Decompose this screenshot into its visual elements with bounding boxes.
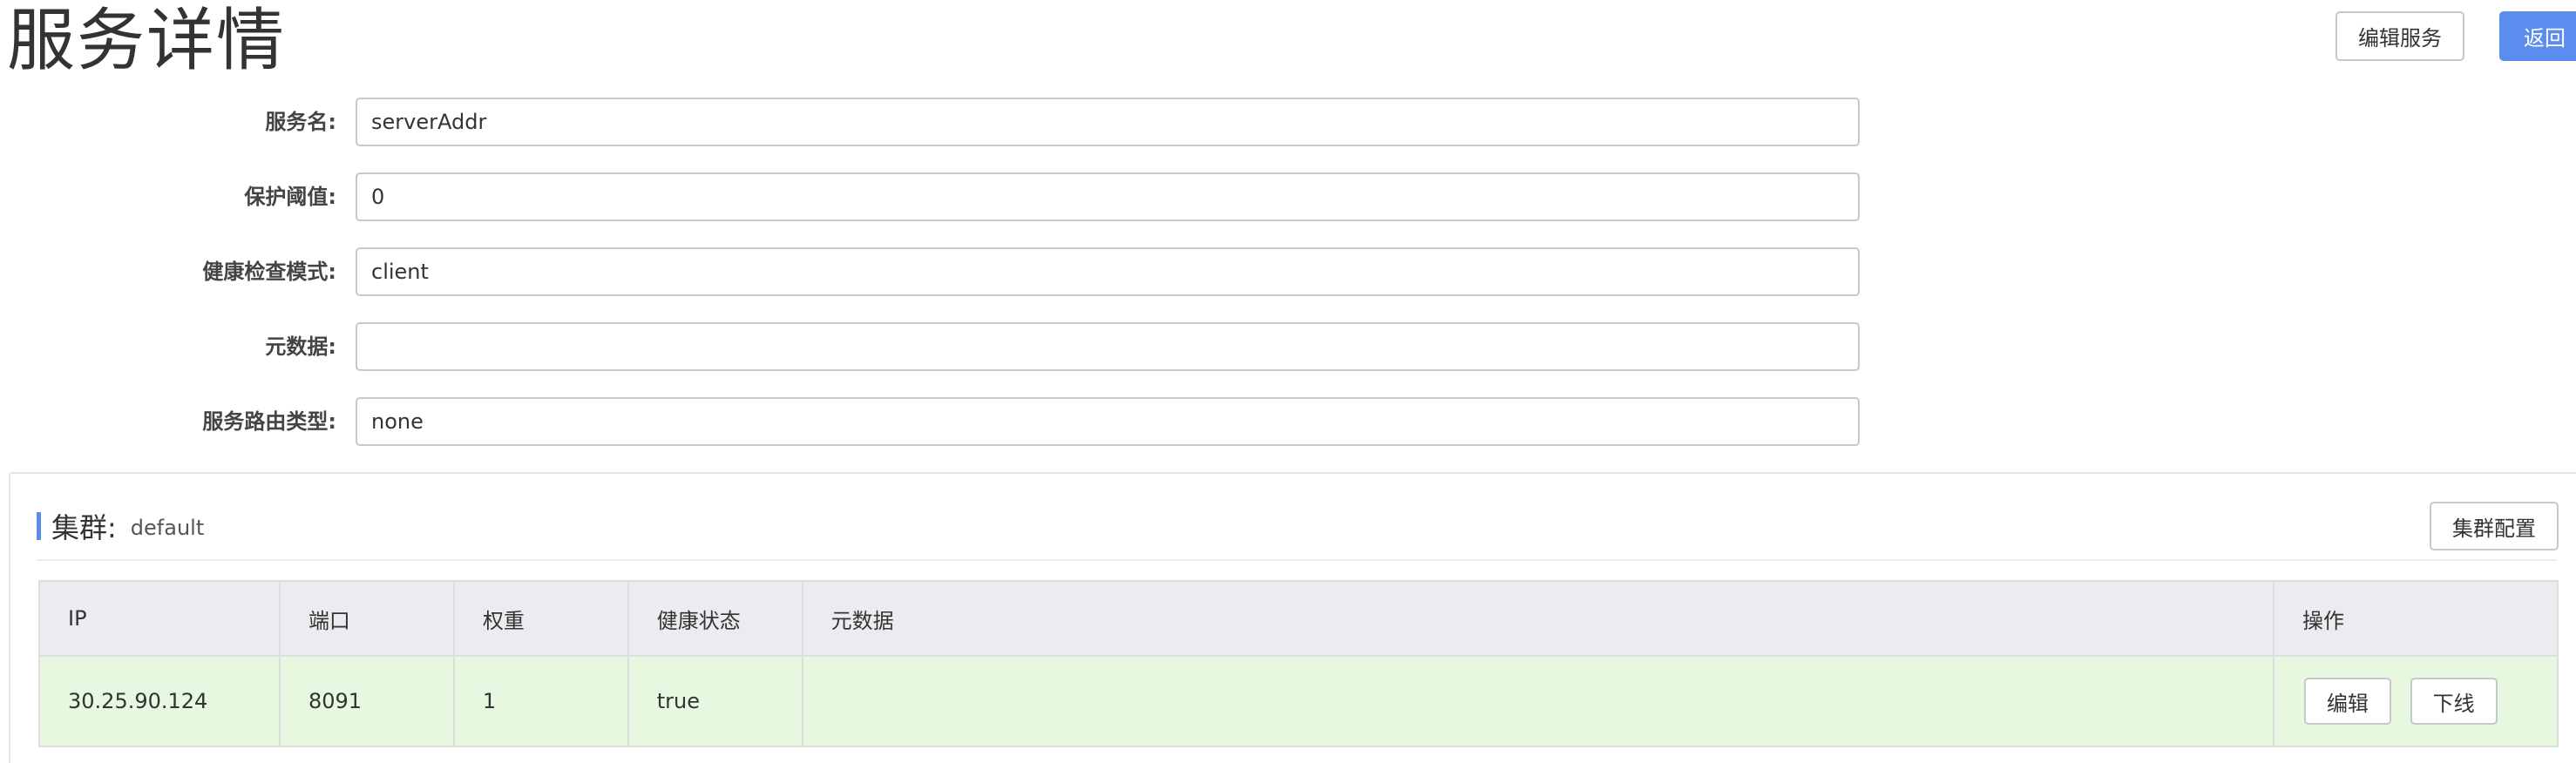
cluster-panel: 集群: default 集群配置 IP 端口 权重 健康状态 元数据 操作 30… <box>9 472 2576 763</box>
cell-weight: 1 <box>452 655 629 747</box>
route-type-label: 服务路由类型: <box>202 409 336 434</box>
service-detail-page: 服务详情 编辑服务 返回 服务名: 保护阈值: 健康检查模式: 元数据: 服务路… <box>0 0 2576 763</box>
column-header-weight: 权重 <box>452 580 629 657</box>
health-check-mode-label: 健康检查模式: <box>202 260 336 284</box>
column-header-metadata: 元数据 <box>801 580 2275 657</box>
form-row-protect-threshold: 保护阈值: <box>0 171 1917 223</box>
cell-ip: 30.25.90.124 <box>38 655 281 747</box>
cluster-accent-bar <box>37 512 41 540</box>
column-header-port: 端口 <box>278 580 455 657</box>
metadata-input[interactable] <box>356 322 1860 371</box>
edit-instance-button[interactable]: 编辑 <box>2304 678 2391 725</box>
cell-actions: 编辑 下线 <box>2273 655 2559 747</box>
route-type-input[interactable] <box>356 397 1860 446</box>
cluster-config-button[interactable]: 集群配置 <box>2430 502 2559 550</box>
metadata-label: 元数据: <box>265 334 336 359</box>
service-name-input[interactable] <box>356 98 1860 146</box>
table-row: 30.25.90.124 8091 1 true 编辑 下线 <box>38 655 2559 747</box>
health-check-mode-input[interactable] <box>356 247 1860 296</box>
form-row-route-type: 服务路由类型: <box>0 395 1917 448</box>
cell-metadata <box>801 655 2275 747</box>
instance-table: IP 端口 权重 健康状态 元数据 操作 30.25.90.124 8091 1… <box>38 580 2559 747</box>
protect-threshold-input[interactable] <box>356 172 1860 221</box>
page-title: 服务详情 <box>7 2 287 80</box>
form-row-service-name: 服务名: <box>0 96 1917 148</box>
protect-threshold-label: 保护阈值: <box>244 185 336 209</box>
offline-instance-button[interactable]: 下线 <box>2410 678 2498 725</box>
cluster-divider <box>37 559 2557 561</box>
service-name-label: 服务名: <box>265 110 336 134</box>
form-row-health-check-mode: 健康检查模式: <box>0 246 1917 298</box>
cluster-label: 集群: <box>51 511 117 544</box>
column-header-healthy: 健康状态 <box>627 580 803 657</box>
column-header-ip: IP <box>38 580 281 657</box>
back-button[interactable]: 返回 <box>2499 11 2576 61</box>
cluster-header: 集群: default <box>37 507 204 545</box>
table-header-row: IP 端口 权重 健康状态 元数据 操作 <box>38 580 2559 657</box>
cell-port: 8091 <box>278 655 455 747</box>
column-header-actions: 操作 <box>2273 580 2559 657</box>
cluster-name: default <box>130 516 205 540</box>
cell-healthy: true <box>627 655 803 747</box>
form-row-metadata: 元数据: <box>0 321 1917 373</box>
edit-service-button[interactable]: 编辑服务 <box>2335 11 2464 61</box>
